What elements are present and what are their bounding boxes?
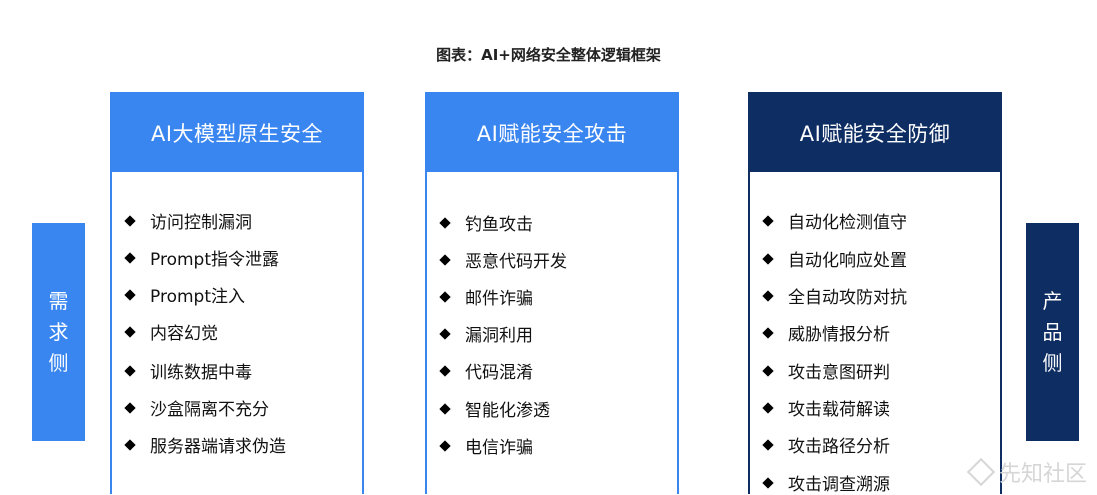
- list-item: 沙盒隔离不充分: [124, 395, 269, 420]
- list-item: 访问控制漏洞: [124, 208, 252, 233]
- list-item: 攻击载荷解读: [762, 395, 890, 420]
- list-item: 威胁情报分析: [762, 320, 890, 345]
- diamond-bullet-icon: [762, 289, 774, 302]
- list-item-label: 自动化检测值守: [788, 213, 907, 233]
- list-item-label: 智能化渗透: [465, 401, 550, 421]
- list-item: 恶意代码开发: [439, 247, 567, 272]
- list-item-label: 邮件诈骗: [465, 289, 533, 309]
- list-item-label: 代码混淆: [465, 363, 533, 383]
- list-item: 内容幻觉: [124, 319, 218, 344]
- diamond-bullet-icon: [762, 326, 774, 339]
- watermark: 先知社区: [966, 456, 1087, 488]
- list-item: 自动化响应处置: [762, 246, 907, 271]
- list-item-label: 训练数据中毒: [150, 363, 252, 383]
- list-item-label: 服务器端请求伪造: [150, 437, 286, 457]
- list-item: 攻击意图研判: [762, 358, 890, 383]
- list-item-label: 攻击路径分析: [788, 437, 890, 457]
- list-item-label: 访问控制漏洞: [150, 213, 252, 233]
- diamond-bullet-icon: [439, 290, 451, 303]
- list-item-label: 自动化响应处置: [788, 251, 907, 271]
- column-native-security: AI大模型原生安全 访问控制漏洞 Prompt指令泄露 Prompt注入 内容幻…: [110, 92, 364, 494]
- list-item-label: 威胁情报分析: [788, 325, 890, 345]
- side-char: 侧: [1042, 350, 1063, 375]
- watermark-logo-icon: [966, 457, 996, 487]
- diamond-bullet-icon: [439, 327, 451, 340]
- diamond-bullet-icon: [124, 401, 136, 414]
- list-item: Prompt指令泄露: [124, 245, 279, 270]
- diamond-bullet-icon: [439, 402, 451, 415]
- side-char: 品: [1042, 319, 1063, 344]
- diamond-bullet-icon: [762, 252, 774, 265]
- diamond-bullet-icon: [439, 364, 451, 377]
- diamond-bullet-icon: [762, 214, 774, 227]
- diamond-bullet-icon: [439, 253, 451, 266]
- side-char: 产: [1042, 288, 1063, 313]
- column-header: AI赋能安全攻击: [427, 94, 677, 172]
- product-side-label: 产 品 侧: [1026, 223, 1079, 441]
- column-ai-attack: AI赋能安全攻击 钓鱼攻击 恶意代码开发 邮件诈骗 漏洞利用 代码混淆 智能化渗…: [425, 92, 679, 494]
- side-char: 求: [48, 319, 69, 344]
- list-item-label: 漏洞利用: [465, 326, 533, 346]
- list-item: 漏洞利用: [439, 321, 533, 346]
- list-item: 训练数据中毒: [124, 358, 252, 383]
- diagram-title: 图表：AI+网络安全整体逻辑框架: [436, 46, 661, 64]
- column-header: AI大模型原生安全: [112, 94, 362, 172]
- list-item: 自动化检测值守: [762, 208, 907, 233]
- list-item-label: Prompt指令泄露: [150, 250, 279, 270]
- list-item: 电信诈骗: [439, 433, 533, 458]
- diamond-bullet-icon: [762, 438, 774, 451]
- diamond-bullet-icon: [439, 216, 451, 229]
- list-item-label: 恶意代码开发: [465, 252, 567, 272]
- list-item: 代码混淆: [439, 358, 533, 383]
- list-item: Prompt注入: [124, 282, 245, 307]
- list-item: 攻击路径分析: [762, 432, 890, 457]
- list-item: 邮件诈骗: [439, 284, 533, 309]
- diamond-bullet-icon: [762, 401, 774, 414]
- diamond-bullet-icon: [124, 251, 136, 264]
- list-item: 钓鱼攻击: [439, 210, 533, 235]
- list-item-label: 沙盒隔离不充分: [150, 400, 269, 420]
- side-char: 侧: [48, 350, 69, 375]
- diamond-bullet-icon: [124, 325, 136, 338]
- list-item-label: 内容幻觉: [150, 324, 218, 344]
- list-item-label: 全自动攻防对抗: [788, 288, 907, 308]
- list-item-label: 钓鱼攻击: [465, 215, 533, 235]
- diamond-bullet-icon: [124, 364, 136, 377]
- side-char: 需: [48, 288, 69, 313]
- demand-side-label: 需 求 侧: [32, 223, 85, 441]
- column-header: AI赋能安全防御: [750, 94, 1000, 172]
- list-item-label: 攻击调查溯源: [788, 475, 890, 495]
- list-item: 服务器端请求伪造: [124, 432, 286, 457]
- list-item: 全自动攻防对抗: [762, 283, 907, 308]
- list-item: 智能化渗透: [439, 396, 550, 421]
- column-ai-defense: AI赋能安全防御 自动化检测值守 自动化响应处置 全自动攻防对抗 威胁情报分析 …: [748, 92, 1002, 495]
- diamond-bullet-icon: [124, 214, 136, 227]
- list-item-label: 攻击意图研判: [788, 363, 890, 383]
- list-item: 攻击调查溯源: [762, 470, 890, 495]
- list-item-label: Prompt注入: [150, 287, 245, 307]
- diamond-bullet-icon: [124, 438, 136, 451]
- watermark-text: 先知社区: [998, 462, 1087, 487]
- diamond-bullet-icon: [762, 476, 774, 489]
- list-item-label: 电信诈骗: [465, 438, 533, 458]
- diamond-bullet-icon: [762, 364, 774, 377]
- diamond-bullet-icon: [439, 439, 451, 452]
- diamond-bullet-icon: [124, 288, 136, 301]
- list-item-label: 攻击载荷解读: [788, 400, 890, 420]
